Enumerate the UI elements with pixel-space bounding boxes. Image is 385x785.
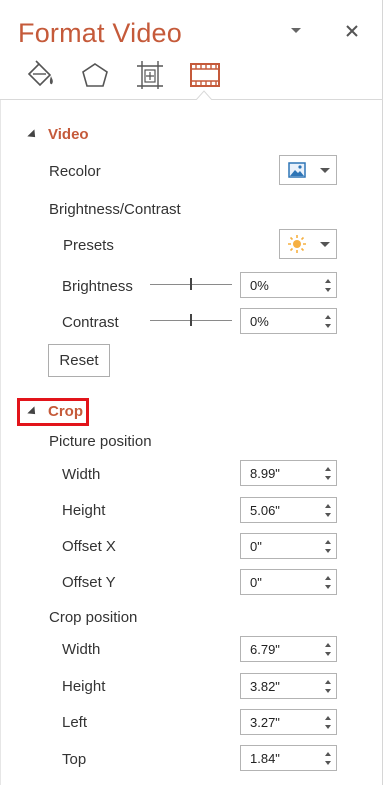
brightness-contrast-label: Brightness/Contrast [49, 201, 181, 218]
tab-fill-line[interactable] [22, 58, 58, 92]
spin-up-icon[interactable] [325, 315, 331, 319]
close-icon [346, 25, 358, 37]
crop-top-spinner[interactable]: 1.84" [240, 745, 337, 771]
recolor-label: Recolor [49, 163, 101, 180]
crop-left-spinner[interactable]: 3.27" [240, 709, 337, 735]
picture-position-label: Picture position [49, 433, 152, 450]
pane-title: Format Video [18, 18, 182, 48]
size-position-icon [137, 61, 163, 89]
spin-down-icon[interactable] [325, 761, 331, 765]
offset-y-spinner[interactable]: 0" [240, 569, 337, 595]
presets-label: Presets [63, 237, 114, 254]
video-section-header[interactable]: Video [27, 126, 89, 143]
picture-icon [288, 162, 306, 178]
spin-up-icon[interactable] [325, 279, 331, 283]
brightness-spinner[interactable]: 0% [240, 272, 337, 298]
offset-x-label: Offset X [62, 538, 116, 555]
spin-up-icon[interactable] [325, 540, 331, 544]
contrast-value[interactable]: 0% [241, 314, 322, 329]
spin-down-icon[interactable] [325, 324, 331, 328]
spin-down-icon[interactable] [325, 549, 331, 553]
spin-up-icon[interactable] [325, 576, 331, 580]
spin-up-icon[interactable] [325, 752, 331, 756]
crop-top-value[interactable]: 1.84" [241, 751, 322, 766]
crop-height-spinner[interactable]: 3.82" [240, 673, 337, 699]
picture-width-label: Width [62, 466, 101, 483]
paint-bucket-icon [27, 60, 53, 87]
spin-down-icon[interactable] [325, 585, 331, 589]
contrast-label: Contrast [62, 314, 119, 331]
task-pane-options-button[interactable] [285, 20, 307, 42]
contrast-spinner[interactable]: 0% [240, 308, 337, 334]
spin-up-icon[interactable] [325, 467, 331, 471]
crop-left-value[interactable]: 3.27" [241, 715, 322, 730]
crop-width-spinner[interactable]: 6.79" [240, 636, 337, 662]
spin-up-icon[interactable] [325, 680, 331, 684]
picture-height-spinner[interactable]: 5.06" [240, 497, 337, 523]
tab-size-properties[interactable] [132, 58, 168, 92]
crop-height-label: Height [62, 678, 106, 695]
picture-width-spinner[interactable]: 8.99" [240, 460, 337, 486]
recolor-dropdown[interactable] [279, 155, 337, 185]
spin-down-icon[interactable] [325, 476, 331, 480]
contrast-slider[interactable] [150, 311, 232, 331]
offset-y-label: Offset Y [62, 574, 116, 591]
offset-y-value[interactable]: 0" [241, 575, 322, 590]
spin-up-icon[interactable] [325, 643, 331, 647]
contrast-slider-thumb[interactable] [190, 314, 192, 326]
brightness-value[interactable]: 0% [241, 278, 322, 293]
selected-tab-indicator [196, 90, 212, 100]
crop-width-label: Width [62, 641, 101, 658]
picture-height-label: Height [62, 502, 106, 519]
offset-x-spinner[interactable]: 0" [240, 533, 337, 559]
spin-up-icon[interactable] [325, 716, 331, 720]
spin-down-icon[interactable] [325, 689, 331, 693]
crop-height-value[interactable]: 3.82" [241, 679, 322, 694]
spin-down-icon[interactable] [325, 725, 331, 729]
brightness-slider-thumb[interactable] [190, 278, 192, 290]
format-video-pane: Format Video Video Recolor Brightness/Co… [0, 0, 383, 785]
pane-edge [0, 100, 1, 785]
crop-width-value[interactable]: 6.79" [241, 642, 322, 657]
chevron-down-icon [291, 28, 301, 33]
spin-down-icon[interactable] [325, 513, 331, 517]
pentagon-icon [82, 63, 108, 87]
presets-dropdown[interactable] [279, 229, 337, 259]
brightness-slider[interactable] [150, 275, 232, 295]
brightness-label: Brightness [62, 278, 133, 295]
spin-up-icon[interactable] [325, 504, 331, 508]
picture-width-value[interactable]: 8.99" [241, 466, 322, 481]
crop-highlight-box [17, 398, 89, 426]
tab-divider [0, 99, 383, 100]
close-button[interactable] [341, 20, 363, 42]
spin-down-icon[interactable] [325, 288, 331, 292]
sun-icon [288, 235, 306, 253]
crop-left-label: Left [62, 714, 88, 731]
offset-x-value[interactable]: 0" [241, 539, 322, 554]
crop-top-label: Top [62, 751, 87, 768]
chevron-down-icon [320, 241, 330, 247]
reset-button[interactable]: Reset [48, 344, 110, 377]
spin-down-icon[interactable] [325, 652, 331, 656]
tab-video[interactable] [187, 58, 223, 92]
film-strip-icon [190, 63, 220, 87]
video-section-label: Video [48, 126, 89, 143]
crop-position-label: Crop position [49, 609, 138, 626]
picture-height-value[interactable]: 5.06" [241, 503, 322, 518]
chevron-down-icon [320, 167, 330, 173]
tab-effects[interactable] [77, 58, 113, 92]
collapse-triangle-icon [27, 128, 39, 141]
